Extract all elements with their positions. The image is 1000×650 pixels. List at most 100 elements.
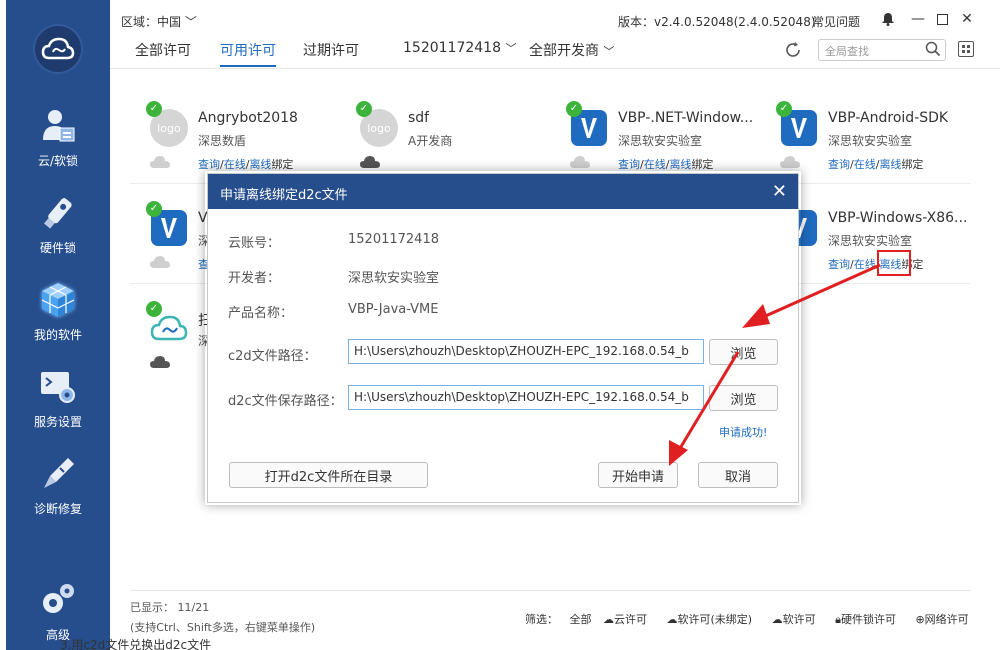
search-icon[interactable] [925,41,941,57]
sidebar-item-service-settings[interactable]: 服务设置 [6,361,110,441]
cloud-logo-icon [41,37,75,60]
d2c-path-input[interactable]: H:\Users\zhouzh\Desktop\ZHOUZH-EPC_192.1… [348,385,704,410]
faq-link[interactable]: 常见问题 [812,13,860,30]
shown-count: 已显示： 11/21 [130,601,210,614]
sidebar-item-cloud-lock[interactable]: 云/软锁 [6,100,110,180]
filter-network[interactable]: ⊕网络许可 [915,613,976,626]
dialog-title: 申请离线绑定d2c文件 [220,188,348,203]
dialog-header: 申请离线绑定d2c文件 ✕ [208,174,798,209]
filter-bar: 筛选： 全部 ☁云许可 ☁软许可(未绑定) ☁软许可 🔒︎硬件锁许可 ⊕网络许可 [525,611,985,627]
filter-label: 筛选： [525,613,558,626]
maximize-icon[interactable] [931,8,953,30]
cloud-icon [570,156,590,168]
divider [110,68,1000,69]
developer-name: 深思软安实验室 [828,234,913,248]
chevron-down-icon: ﹀ [603,45,615,58]
filter-soft-unbound[interactable]: ☁软许可(未绑定) [667,613,761,626]
online-link[interactable]: 在线 [224,158,246,171]
cloud-icon [780,156,800,168]
filter-cloud-label: 云许可 [614,613,647,626]
browse-c2d-button[interactable]: 浏览 [709,339,778,365]
bind-label: 绑定 [271,158,294,171]
check-icon: ✓ [356,101,372,117]
cloud-icon [360,156,380,168]
wrench-icon [44,458,74,488]
filter-soft[interactable]: ☁软许可 [772,613,824,626]
grid-view-icon[interactable] [958,41,974,57]
region-label: 区域：中国 [121,15,182,29]
bind-label: 绑定 [691,158,714,171]
license-actions: 查询/在线/离线绑定 [828,156,923,172]
refresh-icon[interactable] [783,40,803,60]
product-name: Angrybot2018 [198,110,298,126]
check-icon: ✓ [146,301,162,317]
developer-name: 深思数盾 [198,134,247,148]
product-name: VBP-.NET-Window... [618,110,754,126]
sidebar-item-label: 诊断修复 [33,502,82,516]
c2d-path-label: c2d文件路径： [228,349,317,364]
offline-link[interactable]: 离线 [669,158,691,171]
filter-all[interactable]: 全部 [570,613,592,626]
account-value: 15201172418 [348,232,439,247]
sidebar-item-label: 我的软件 [33,328,82,342]
app-logo [33,24,83,74]
online-link[interactable]: 在线 [854,158,876,171]
usb-key-icon [44,198,72,229]
filter-soft-label: 软许可 [782,613,816,626]
product-name: VBP-Windows-X86... [828,210,968,226]
developer-filter-label: 全部开发商 [529,43,599,59]
sidebar-item-label: 服务设置 [33,415,82,429]
tab-available-licenses[interactable]: 可用许可 [220,40,276,67]
query-link[interactable]: 查询 [828,158,850,171]
cloud-icon [150,356,170,368]
browse-d2c-button[interactable]: 浏览 [709,385,778,411]
product-value: VBP-Java-VME [348,302,439,317]
license-card[interactable]: logo ✓ Angrybot2018 深思数盾 查询/在线/离线绑定 [130,101,330,181]
offline-bind-dialog: 申请离线绑定d2c文件 ✕ 云账号： 15201172418 开发者： 深思软安… [207,173,799,503]
d2c-path-label: d2c文件保存路径： [228,394,343,409]
sidebar-item-my-software[interactable]: 我的软件 [6,274,110,354]
gears-icon [43,584,74,613]
query-link[interactable]: 查询 [618,158,640,171]
online-link[interactable]: 在线 [644,158,666,171]
success-message: 申请成功! [719,426,768,439]
offline-link[interactable]: 离线 [879,158,901,171]
sidebar-item-diagnose[interactable]: 诊断修复 [6,448,110,528]
cancel-button[interactable]: 取消 [698,462,778,488]
account-selector[interactable]: 15201172418 ﹀ [403,40,516,56]
terminal-gear-icon [41,372,75,403]
filter-cloud[interactable]: ☁云许可 [603,613,655,626]
license-card[interactable]: ✓ VBP-.NET-Window... 深思软安实验室 查询/在线/离线绑定 [550,101,754,181]
minimize-icon[interactable]: — [907,8,929,30]
bell-icon[interactable] [877,8,899,30]
c2d-path-input[interactable]: H:\Users\zhouzh\Desktop\ZHOUZH-EPC_192.1… [348,339,704,364]
license-card[interactable]: logo ✓ sdf A开发商 [340,101,540,181]
filter-hardware[interactable]: 🔒︎硬件锁许可 [835,613,904,626]
sidebar: 云/软锁 硬件锁 我的软件 服务设置 诊断修复 高级 [6,0,110,650]
developer-name: 深思软安实验室 [828,134,913,148]
check-icon: ✓ [146,201,162,217]
sidebar-item-hardware-lock[interactable]: 硬件锁 [6,187,110,267]
filter-hardware-label: 硬件锁许可 [840,613,896,626]
search-input[interactable]: 全局查找 [818,39,946,61]
region-selector[interactable]: 区域：中国 ﹀ [121,13,197,30]
tab-expired-licenses[interactable]: 过期许可 [303,40,359,60]
tutorial-caption: 3.用c2d文件兑换出d2c文件 [60,638,212,650]
close-icon[interactable]: ✕ [772,181,787,202]
close-icon[interactable]: ✕ [956,8,978,30]
query-link[interactable]: 查询 [198,158,220,171]
product-label: 产品名称： [228,306,294,321]
cloud-logo-icon [150,315,188,341]
open-d2c-folder-button[interactable]: 打开d2c文件所在目录 [229,462,428,488]
tab-all-licenses[interactable]: 全部许可 [135,40,191,60]
offline-link[interactable]: 离线 [249,158,271,171]
online-link[interactable]: 在线 [854,258,876,271]
check-icon: ✓ [776,101,792,117]
start-apply-button[interactable]: 开始申请 [598,462,678,488]
query-link[interactable]: 查询 [828,258,850,271]
developer-selector[interactable]: 全部开发商 ﹀ [529,40,614,60]
check-icon: ✓ [566,101,582,117]
product-name: VBP-Android-SDK [828,110,949,126]
license-card[interactable]: ✓ VBP-Android-SDK 深思软安实验室 查询/在线/离线绑定 [760,101,960,181]
chevron-down-icon: ﹀ [184,15,197,29]
